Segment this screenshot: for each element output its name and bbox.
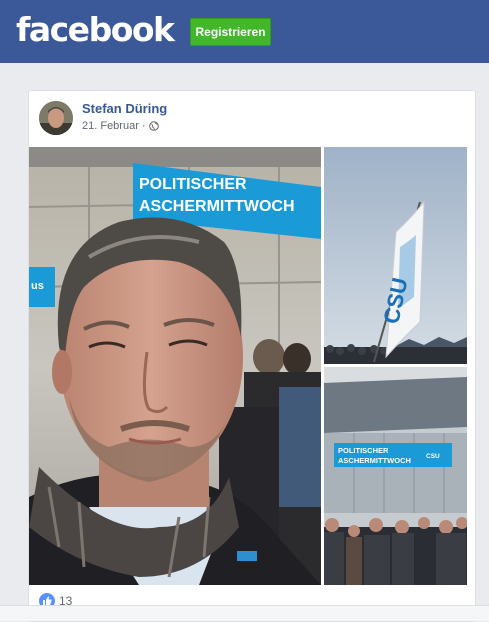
register-button[interactable]: Registrieren	[190, 18, 271, 46]
main-left-sign: us	[31, 280, 44, 292]
facebook-logo[interactable]: facebook	[16, 10, 175, 50]
top-bar: facebook Registrieren	[0, 0, 489, 63]
br-sign-line1: POLITISCHER	[338, 446, 389, 455]
bottom-band	[0, 605, 489, 621]
author-name[interactable]: Stefan Düring	[82, 101, 167, 116]
post-card: Stefan Düring 21. Februar · POLITISCHER …	[28, 90, 476, 622]
flag-image: CSU	[324, 147, 467, 364]
main-sign-line2: ASCHERMITTWOCH	[139, 198, 295, 215]
avatar-image	[39, 101, 73, 135]
br-sign-line2: ASCHERMITTWOCH	[338, 456, 411, 465]
photo-entrance[interactable]: POLITISCHER ASCHERMITTWOCH CSU	[324, 367, 467, 585]
author-avatar[interactable]	[39, 101, 73, 135]
selfie-image: POLITISCHER ASCHERMITTWOCH us	[29, 147, 321, 585]
meta-separator: ·	[141, 120, 146, 132]
post-date[interactable]: 21. Februar	[82, 120, 139, 132]
br-sign-logo: CSU	[426, 453, 440, 460]
main-sign-line1: POLITISCHER	[139, 176, 247, 193]
post-meta: 21. Februar ·	[82, 120, 159, 132]
photo-main-selfie[interactable]: POLITISCHER ASCHERMITTWOCH us	[29, 147, 321, 585]
globe-icon	[148, 121, 159, 131]
entrance-image: POLITISCHER ASCHERMITTWOCH CSU	[324, 367, 467, 585]
photo-flag[interactable]: CSU	[324, 147, 467, 364]
